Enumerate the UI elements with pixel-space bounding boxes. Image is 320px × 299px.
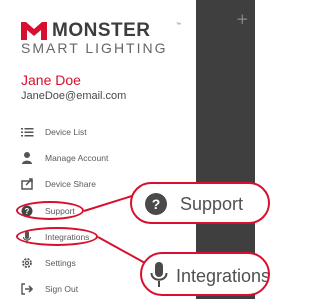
integrations-callout-label: Integrations [176, 266, 270, 286]
support-highlight-ring [16, 201, 84, 220]
support-callout-label: Support [180, 194, 244, 214]
svg-text:?: ? [152, 196, 161, 212]
support-callout-bubble: ? Support [130, 182, 270, 224]
microphone-icon [150, 262, 168, 287]
integrations-callout-bubble: Integrations [140, 252, 270, 296]
help-circle-icon: ? [145, 193, 167, 215]
integrations-highlight-ring [16, 227, 98, 246]
